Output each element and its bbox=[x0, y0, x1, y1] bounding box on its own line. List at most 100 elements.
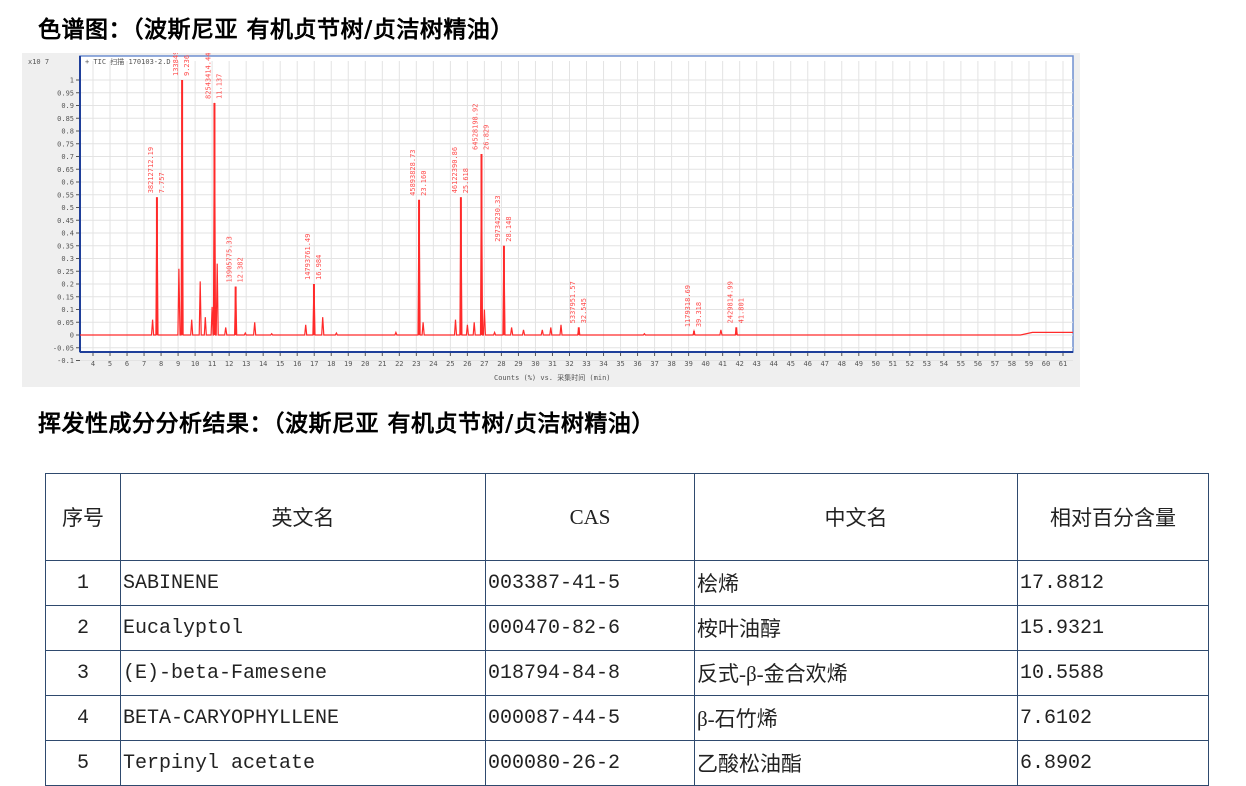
peak-area-label: 13905775.33 bbox=[226, 236, 234, 282]
peak-rt-label: 11.137 bbox=[215, 74, 223, 99]
x-tick-label: 21 bbox=[378, 360, 386, 368]
peak-rt-label: 12.382 bbox=[237, 257, 245, 282]
table-row: 5 Terpinyl acetate 000080-26-2 乙酸松油酯 6.8… bbox=[45, 740, 1209, 786]
x-tick-label: 10 bbox=[191, 360, 199, 368]
peak-area-label: 46122390.86 bbox=[451, 147, 459, 193]
x-tick-label: 56 bbox=[974, 360, 982, 368]
peak-area-label: 82543414.44 bbox=[204, 53, 212, 99]
peak-rt-label: 26.829 bbox=[482, 125, 490, 150]
table-row: 3 (E)-beta-Famesene 018794-84-8 反式-β-金合欢… bbox=[45, 650, 1209, 696]
results-table: 序号 英文名 CAS 中文名 相对百分含量 1 SABINENE 003387-… bbox=[45, 473, 1209, 786]
chromatogram-chart: 1 0.95 0.9 0.85 0.8 0.75 0.7 0.65 0.6 0.55 0.5 0.45… bbox=[22, 53, 1080, 387]
cell-percent: 15.9321 bbox=[1017, 605, 1209, 651]
x-tick-label: 32 bbox=[565, 360, 573, 368]
peak-rt-label: 41.801 bbox=[737, 298, 745, 323]
x-tick-label: 47 bbox=[821, 360, 829, 368]
peak-area-label: 133849325.29 bbox=[172, 53, 180, 76]
cell-no: 1 bbox=[45, 560, 121, 606]
header-english-name: 英文名 bbox=[120, 473, 486, 561]
x-tick-label: 59 bbox=[1025, 360, 1033, 368]
x-tick-label: 57 bbox=[991, 360, 999, 368]
cell-no: 5 bbox=[45, 740, 121, 786]
y-tick-label: -0.05 bbox=[53, 344, 74, 352]
x-tick-label: 15 bbox=[276, 360, 284, 368]
cell-chinese-name: 桉叶油醇 bbox=[694, 605, 1018, 651]
x-tick-label: 29 bbox=[514, 360, 522, 368]
x-tick-label: 58 bbox=[1008, 360, 1016, 368]
x-tick-label: 41 bbox=[718, 360, 726, 368]
x-tick-label: 27 bbox=[480, 360, 488, 368]
y-axis-ticks: 1 0.95 0.9 0.85 0.8 0.75 0.7 0.65 0.6 0.55 0.5 0.45… bbox=[53, 77, 80, 365]
y-tick-label: 0.85 bbox=[57, 115, 74, 123]
x-tick-label: 60 bbox=[1042, 360, 1050, 368]
table-row: 1 SABINENE 003387-41-5 桧烯 17.8812 bbox=[45, 560, 1209, 606]
x-tick-label: 20 bbox=[361, 360, 369, 368]
x-tick-label: 53 bbox=[923, 360, 931, 368]
peak-area-label: 29734230.33 bbox=[494, 195, 502, 241]
x-tick-label: 5 bbox=[108, 360, 112, 368]
cell-chinese-name: 桧烯 bbox=[694, 560, 1018, 606]
x-tick-label: 54 bbox=[940, 360, 948, 368]
cell-no: 2 bbox=[45, 605, 121, 651]
y-tick-label: 0.6 bbox=[61, 179, 74, 187]
cell-cas: 000470-82-6 bbox=[485, 605, 695, 651]
x-tick-label: 44 bbox=[769, 360, 777, 368]
cell-cas: 003387-41-5 bbox=[485, 560, 695, 606]
cell-cas: 000080-26-2 bbox=[485, 740, 695, 786]
cell-english-name: SABINENE bbox=[120, 560, 486, 606]
cell-percent: 6.8902 bbox=[1017, 740, 1209, 786]
cell-english-name: (E)-beta-Famesene bbox=[120, 650, 486, 696]
table-row: 2 Eucalyptol 000470-82-6 桉叶油醇 15.9321 bbox=[45, 605, 1209, 651]
x-tick-label: 61 bbox=[1059, 360, 1067, 368]
peak-rt-label: 32.545 bbox=[580, 298, 588, 323]
x-tick-label: 19 bbox=[344, 360, 352, 368]
peak-rt-label: 23.160 bbox=[420, 171, 428, 196]
y-tick-label: 0.75 bbox=[57, 140, 74, 148]
x-tick-label: 6 bbox=[125, 360, 129, 368]
peak-rt-label: 39.318 bbox=[695, 302, 703, 327]
peak-area-label: 14793761.49 bbox=[304, 234, 312, 280]
header-no: 序号 bbox=[45, 473, 121, 561]
x-tick-label: 37 bbox=[650, 360, 658, 368]
x-tick-label: 17 bbox=[310, 360, 318, 368]
chromatogram-title: 色谱图：（波斯尼亚 有机贞节树/贞洁树精油） bbox=[38, 17, 514, 43]
x-tick-label: 9 bbox=[176, 360, 180, 368]
x-tick-label: 30 bbox=[531, 360, 539, 368]
x-tick-label: 49 bbox=[855, 360, 863, 368]
x-tick-label: 13 bbox=[242, 360, 250, 368]
x-tick-label: 42 bbox=[735, 360, 743, 368]
y-tick-label: 0.1 bbox=[61, 306, 74, 314]
peak-rt-label: 28.148 bbox=[505, 216, 513, 241]
results-title: 挥发性成分分析结果：（波斯尼亚 有机贞节树/贞洁树精油） bbox=[38, 411, 655, 437]
y-tick-label: -0.1 bbox=[57, 357, 74, 365]
y-tick-label: 0.25 bbox=[57, 268, 74, 276]
cell-percent: 17.8812 bbox=[1017, 560, 1209, 606]
y-tick-label: 1 bbox=[70, 77, 74, 85]
x-tick-label: 38 bbox=[667, 360, 675, 368]
y-tick-label: 0.55 bbox=[57, 191, 74, 199]
x-tick-label: 55 bbox=[957, 360, 965, 368]
x-tick-label: 39 bbox=[684, 360, 692, 368]
y-tick-label: 0.5 bbox=[61, 204, 74, 212]
x-tick-label: 33 bbox=[582, 360, 590, 368]
cell-chinese-name: β-石竹烯 bbox=[694, 695, 1018, 741]
y-tick-label: 0.35 bbox=[57, 242, 74, 250]
header-cas: CAS bbox=[485, 473, 695, 561]
header-percent: 相对百分含量 bbox=[1017, 473, 1209, 561]
x-tick-label: 31 bbox=[548, 360, 556, 368]
peak-rt-label: 25.618 bbox=[462, 168, 470, 193]
cell-cas: 018794-84-8 bbox=[485, 650, 695, 696]
peak-area-label: 38212712.19 bbox=[147, 147, 155, 193]
x-tick-label: 36 bbox=[633, 360, 641, 368]
x-tick-label: 45 bbox=[787, 360, 795, 368]
cell-english-name: BETA-CARYOPHYLLENE bbox=[120, 695, 486, 741]
x-tick-label: 22 bbox=[395, 360, 403, 368]
cell-chinese-name: 反式-β-金合欢烯 bbox=[694, 650, 1018, 696]
x-tick-label: 12 bbox=[225, 360, 233, 368]
x-tick-label: 48 bbox=[838, 360, 846, 368]
x-tick-label: 4 bbox=[91, 360, 95, 368]
x-tick-label: 50 bbox=[872, 360, 880, 368]
cell-no: 3 bbox=[45, 650, 121, 696]
peak-area-label: 1179318.69 bbox=[684, 285, 692, 327]
peak-rt-label: 9.236 bbox=[183, 55, 191, 76]
